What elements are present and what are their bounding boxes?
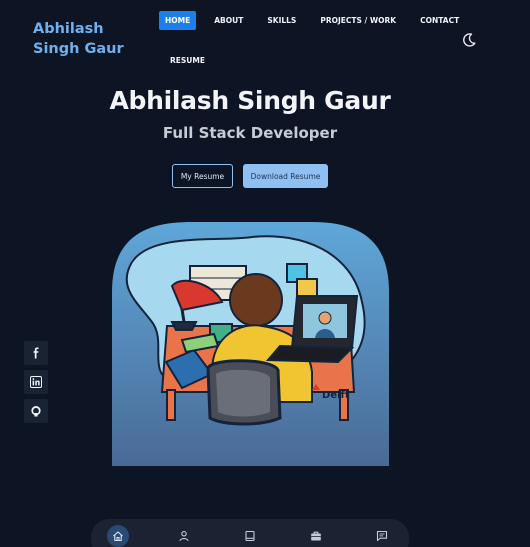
nav-item-projects[interactable]: PROJECTS / WORK [314, 11, 402, 30]
nav-item-contact[interactable]: CONTACT [414, 11, 465, 30]
book-icon[interactable] [239, 525, 261, 547]
message-icon[interactable] [371, 525, 393, 547]
brand-name[interactable]: Abhilash Singh Gaur [33, 19, 148, 59]
hero-role: Full Stack Developer [162, 124, 338, 142]
user-icon[interactable] [173, 525, 195, 547]
briefcase-icon[interactable] [305, 525, 327, 547]
nav-item-about[interactable]: ABOUT [208, 11, 249, 30]
home-icon[interactable] [107, 525, 129, 547]
moon-icon[interactable] [461, 32, 477, 48]
main-nav: HOME ABOUT SKILLS PROJECTS / WORK CONTAC… [159, 11, 459, 70]
my-resume-button[interactable]: My Resume [172, 164, 233, 188]
illustration-watermark: Delft [322, 390, 350, 401]
developer-illustration: Delft [112, 222, 389, 466]
nav-item-resume[interactable]: RESUME [164, 51, 211, 70]
linkedin-icon[interactable] [24, 370, 48, 394]
nav-item-home[interactable]: HOME [159, 11, 197, 30]
download-resume-button[interactable]: Download Resume [243, 164, 328, 188]
hero-name: Abhilash Singh Gaur [109, 86, 391, 115]
github-icon[interactable] [24, 399, 48, 423]
bottom-nav [91, 519, 409, 547]
facebook-icon[interactable] [24, 341, 48, 365]
nav-item-skills[interactable]: SKILLS [261, 11, 302, 30]
